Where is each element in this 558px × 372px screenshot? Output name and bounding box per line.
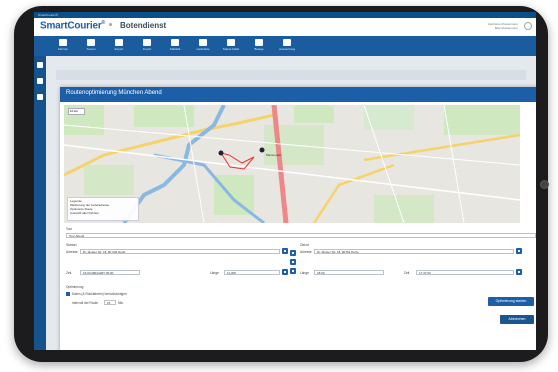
end-return-input[interactable]: 17:47:00	[416, 270, 514, 275]
start-address-button[interactable]	[282, 248, 288, 254]
legend-item: Auswahl aller Fahrten	[70, 211, 100, 215]
optimize-checkbox[interactable]	[66, 292, 70, 296]
optimize-section-label: Optimierung	[66, 285, 84, 289]
start-address-input[interactable]: Dr. Muster Str. 18, 80 345 Dorfe	[80, 249, 280, 254]
map-pin-label: Marienplatz	[266, 153, 282, 157]
chart-icon	[171, 39, 179, 46]
power-icon[interactable]	[524, 22, 532, 30]
toolbar-item-lieferliste[interactable]: Lieferliste	[192, 38, 214, 54]
toolbar-item-fahrten[interactable]: Fahrten	[52, 38, 74, 54]
start-length-button[interactable]	[282, 269, 288, 275]
end-address-label: Adresse	[300, 250, 312, 254]
start-length-input[interactable]: 11,006	[224, 270, 280, 275]
user-info: Apotheke Mustermann Max Mustermann	[488, 22, 518, 30]
search-icon	[283, 39, 291, 46]
background-strip	[56, 70, 526, 80]
tour-label: Tour	[66, 227, 73, 231]
end-time-label: Länge	[300, 271, 309, 275]
toolbar-item-import[interactable]: Import	[136, 38, 158, 54]
start-optimization-button[interactable]: Optimierung starten	[488, 297, 534, 306]
user-name: Max Mustermann	[494, 26, 518, 30]
app-name: Botendienst	[120, 21, 167, 30]
toolbar-item-auswertung[interactable]: Auswertung	[276, 38, 298, 54]
dialog-title: Routenoptimierung München Abend	[66, 90, 162, 96]
interval-input[interactable]: 15	[104, 300, 116, 305]
cancel-button[interactable]: Abbrechen	[500, 315, 534, 324]
import-icon	[143, 39, 151, 46]
route-map[interactable]: 10 km Marienplatz Legende Markierung der…	[64, 105, 520, 223]
toolbar-item-status-mails[interactable]: Status-Mails	[220, 38, 242, 54]
toolbar-item-belege[interactable]: Belege	[248, 38, 270, 54]
toolbar-item-export[interactable]: Export	[108, 38, 130, 54]
end-time-input[interactable]: 18:00	[314, 270, 384, 275]
app-screen: SmartCourier® SmartCourier® Botendienst …	[34, 12, 536, 350]
header-separator	[109, 23, 112, 26]
toolbar-item-touren[interactable]: Touren	[80, 38, 102, 54]
tour-select[interactable]: Tour Abend	[66, 233, 536, 238]
user-icon[interactable]	[37, 78, 43, 84]
tablet-camera	[540, 180, 549, 189]
end-section-label: Zielort	[300, 243, 309, 247]
export-icon	[115, 39, 123, 46]
end-return-label: Zeit	[404, 271, 410, 275]
toolbar-item-statistik[interactable]: Statistik	[164, 38, 186, 54]
optimize-checkbox-label: Daten (& Rückfahrten) berücksichtigen	[72, 292, 127, 296]
map-legend: Legende Markierung der Lieferadresse Opt…	[67, 197, 139, 221]
swap-down-button[interactable]	[290, 268, 296, 274]
end-return-button[interactable]	[516, 269, 522, 275]
end-address-button[interactable]	[516, 248, 522, 254]
map-zoom-select[interactable]: 10 km	[68, 108, 85, 115]
main-toolbar: Fahrten Touren Export Import Statistik L…	[34, 36, 536, 56]
truck-icon	[59, 39, 67, 46]
dialog-titlebar: Routenoptimierung München Abend	[60, 87, 536, 102]
swap-up-button[interactable]	[290, 250, 296, 256]
app-logo: SmartCourier®	[40, 20, 105, 32]
gear-icon[interactable]	[37, 94, 43, 100]
start-address-label: Adresse	[66, 250, 78, 254]
interval-label: Intervall der Route	[72, 301, 99, 305]
start-length-label: Länge	[210, 271, 219, 275]
receipt-icon	[255, 39, 263, 46]
calendar-icon[interactable]	[37, 62, 43, 68]
end-address-input[interactable]: Dr. Muster Str. 18, 80752 Dorfe	[314, 249, 514, 254]
bag-icon	[87, 39, 95, 46]
start-time-input[interactable]: 16:00 ABFAHRT 09:00	[80, 270, 140, 275]
swap-button[interactable]	[290, 259, 296, 265]
app-header: SmartCourier® Botendienst Apotheke Muste…	[34, 18, 536, 36]
pin-icon	[199, 39, 207, 46]
start-time-label: Zeit	[66, 271, 72, 275]
start-section-label: Startort	[66, 243, 77, 247]
mail-icon	[227, 39, 235, 46]
interval-unit: Min.	[118, 301, 125, 305]
left-sidebar	[34, 56, 46, 350]
route-optimization-dialog: Routenoptimierung München Abend 10 km Ma…	[60, 87, 536, 350]
